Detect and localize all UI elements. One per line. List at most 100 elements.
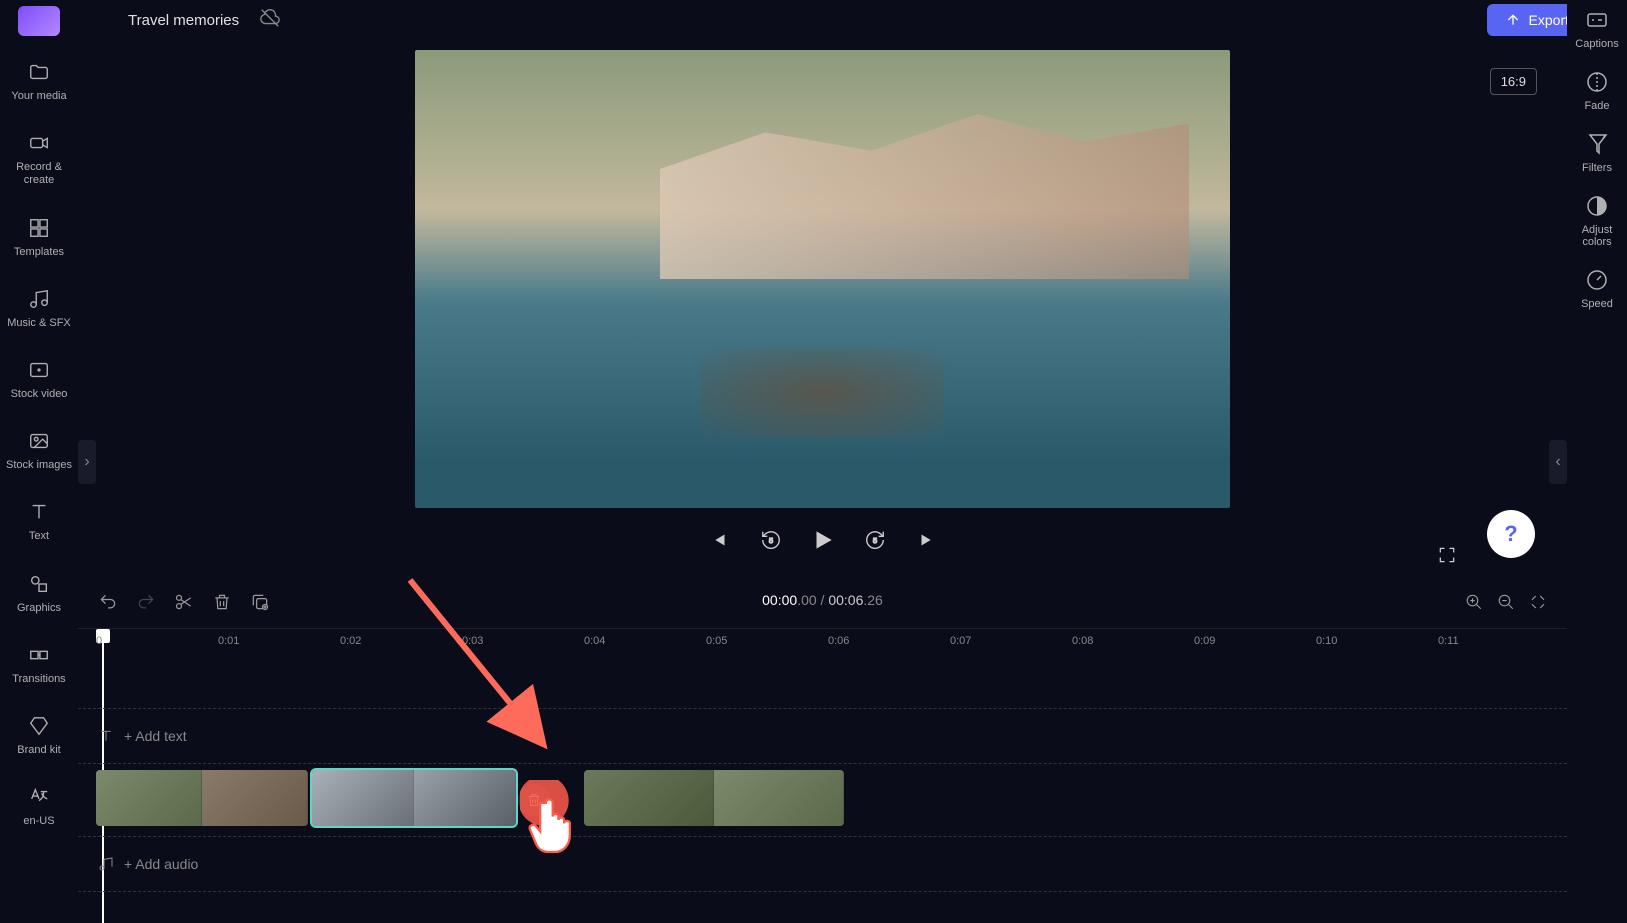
nav-templates[interactable]: Templates bbox=[0, 210, 78, 263]
language-icon bbox=[25, 783, 53, 811]
ruler-tick: 0:01 bbox=[218, 635, 239, 647]
stock-video-icon bbox=[25, 356, 53, 384]
preview-area: 16:9 5 5 ? bbox=[78, 50, 1567, 570]
rewind-5-button[interactable]: 5 bbox=[757, 526, 785, 554]
right-fade[interactable]: Fade bbox=[1583, 68, 1611, 112]
total-frames: .26 bbox=[863, 592, 882, 608]
playback-controls: 5 5 bbox=[705, 526, 941, 554]
redo-button[interactable] bbox=[136, 592, 156, 617]
right-label: Speed bbox=[1581, 298, 1613, 310]
forward-5-button[interactable]: 5 bbox=[861, 526, 889, 554]
captions-icon bbox=[1583, 6, 1611, 34]
nav-stock-images[interactable]: Stock images bbox=[0, 423, 78, 476]
speed-icon bbox=[1583, 266, 1611, 294]
nav-language[interactable]: en-US bbox=[0, 779, 78, 832]
zoom-out-button[interactable] bbox=[1497, 593, 1515, 616]
right-sidebar: Captions Fade Filters Adjust colors Spee… bbox=[1567, 0, 1627, 911]
nav-label: en-US bbox=[23, 815, 54, 828]
nav-graphics[interactable]: Graphics bbox=[0, 566, 78, 619]
total-time: 00:06 bbox=[828, 592, 863, 608]
filters-icon bbox=[1583, 130, 1611, 158]
video-track[interactable]: Approaching the Empire State Building in… bbox=[78, 770, 1567, 830]
add-text-label[interactable]: + Add text bbox=[98, 728, 187, 744]
nav-label: Brand kit bbox=[17, 744, 60, 757]
right-adjust-colors[interactable]: Adjust colors bbox=[1567, 192, 1627, 248]
top-bar: Travel memories Export bbox=[78, 0, 1627, 40]
nav-stock-video[interactable]: Stock video bbox=[0, 352, 78, 405]
undo-button[interactable] bbox=[98, 592, 118, 617]
add-audio-label[interactable]: + Add audio bbox=[98, 856, 198, 872]
video-clip-1[interactable] bbox=[96, 770, 308, 826]
nav-label: Stock images bbox=[6, 459, 72, 472]
svg-text:5: 5 bbox=[872, 536, 876, 545]
text-icon bbox=[98, 728, 114, 744]
video-clip-3[interactable] bbox=[584, 770, 844, 826]
cloud-off-icon[interactable] bbox=[259, 7, 281, 34]
nav-transitions[interactable]: Transitions bbox=[0, 637, 78, 690]
zoom-in-button[interactable] bbox=[1465, 593, 1483, 616]
project-title[interactable]: Travel memories bbox=[128, 12, 239, 29]
music-icon bbox=[25, 285, 53, 313]
nav-music-sfx[interactable]: Music & SFX bbox=[0, 281, 78, 334]
delete-button[interactable] bbox=[212, 592, 232, 617]
text-icon bbox=[25, 498, 53, 526]
nav-label: Stock video bbox=[11, 388, 68, 401]
zoom-fit-button[interactable] bbox=[1529, 593, 1547, 616]
nav-label: Transitions bbox=[12, 673, 65, 686]
video-clip-2-selected[interactable]: Approaching the Empire State Building in… bbox=[312, 770, 516, 826]
stock-images-icon bbox=[25, 427, 53, 455]
right-captions[interactable]: Captions bbox=[1575, 6, 1618, 50]
right-speed[interactable]: Speed bbox=[1581, 266, 1613, 310]
play-button[interactable] bbox=[809, 526, 837, 554]
ruler-tick: 0:10 bbox=[1316, 635, 1337, 647]
fullscreen-button[interactable] bbox=[1437, 545, 1457, 570]
export-label: Export bbox=[1529, 12, 1569, 28]
nav-text[interactable]: Text bbox=[0, 494, 78, 547]
nav-your-media[interactable]: Your media bbox=[0, 54, 78, 107]
split-button[interactable] bbox=[174, 592, 194, 617]
ruler-tick: 0:02 bbox=[340, 635, 361, 647]
ruler-tick: 0:03 bbox=[462, 635, 483, 647]
nav-label: Record & create bbox=[4, 161, 74, 187]
nav-label: Templates bbox=[14, 246, 64, 259]
graphics-icon bbox=[25, 570, 53, 598]
current-frames: .00 bbox=[797, 592, 816, 608]
transitions-icon bbox=[25, 641, 53, 669]
left-sidebar: Your media Record & create Templates Mus… bbox=[0, 0, 78, 911]
time-display: 00:00.00 / 00:06.26 bbox=[762, 592, 883, 608]
right-filters[interactable]: Filters bbox=[1582, 130, 1612, 174]
text-track[interactable]: + Add text bbox=[78, 708, 1567, 764]
timeline-toolbar: 00:00.00 / 00:06.26 bbox=[78, 580, 1567, 628]
skip-forward-button[interactable] bbox=[913, 526, 941, 554]
nav-record-create[interactable]: Record & create bbox=[0, 125, 78, 191]
duplicate-button[interactable] bbox=[250, 592, 270, 617]
timeline-ruler[interactable]: 0 0:01 0:02 0:03 0:04 0:05 0:06 0:07 0:0… bbox=[78, 628, 1567, 658]
nav-brand-kit[interactable]: Brand kit bbox=[0, 708, 78, 761]
right-label: Captions bbox=[1575, 38, 1618, 50]
svg-text:5: 5 bbox=[768, 536, 772, 545]
ruler-tick: 0:09 bbox=[1194, 635, 1215, 647]
aspect-ratio-badge[interactable]: 16:9 bbox=[1490, 68, 1537, 95]
tracks: + Add text Approaching the Empire State … bbox=[78, 658, 1567, 892]
audio-track[interactable]: + Add audio bbox=[78, 836, 1567, 892]
zoom-controls bbox=[1465, 593, 1547, 616]
templates-icon bbox=[25, 214, 53, 242]
brand-icon bbox=[25, 712, 53, 740]
transition-delete-button[interactable] bbox=[518, 784, 550, 816]
skip-back-button[interactable] bbox=[705, 526, 733, 554]
ruler-tick: 0:06 bbox=[828, 635, 849, 647]
timeline-area: 00:00.00 / 00:06.26 0 0:01 0:02 0:03 0:0… bbox=[78, 580, 1567, 911]
folder-icon bbox=[25, 58, 53, 86]
help-button[interactable]: ? bbox=[1487, 510, 1535, 558]
ruler-tick: 0:07 bbox=[950, 635, 971, 647]
video-preview[interactable] bbox=[415, 50, 1230, 508]
app-logo[interactable] bbox=[18, 6, 60, 36]
trash-icon bbox=[526, 792, 542, 808]
nav-label: Music & SFX bbox=[7, 317, 71, 330]
music-icon bbox=[98, 856, 114, 872]
camera-icon bbox=[25, 129, 53, 157]
nav-label: Graphics bbox=[17, 602, 61, 615]
adjust-icon bbox=[1583, 192, 1611, 220]
ruler-tick: 0:08 bbox=[1072, 635, 1093, 647]
right-label: Filters bbox=[1582, 162, 1612, 174]
